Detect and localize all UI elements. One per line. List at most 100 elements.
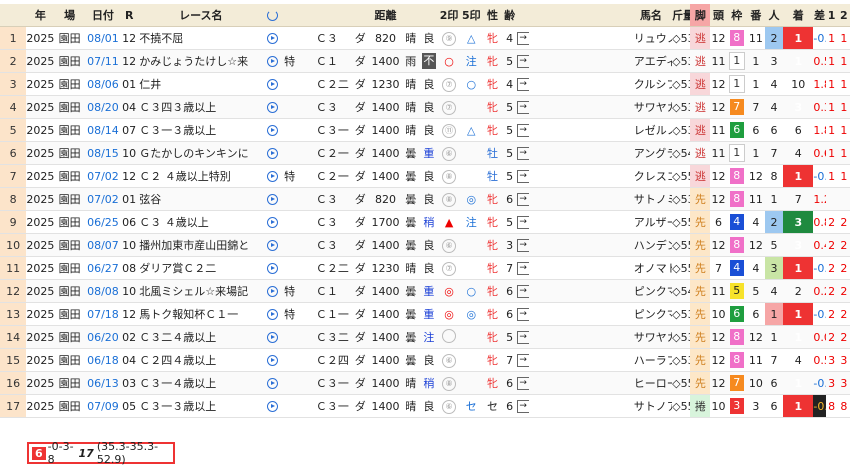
row-date[interactable]: 08/06 [84, 72, 122, 96]
header-race-name[interactable]: レース名 [137, 4, 265, 27]
table-row[interactable]: 16 2025 園田 06/13 03 Ｃ３一４歳以上 Ｃ３一 ダ 1400 晴… [0, 371, 850, 395]
race-date-link[interactable]: 06/13 [87, 377, 119, 390]
row-video[interactable] [264, 279, 281, 303]
arrow-right-icon[interactable]: → [516, 376, 529, 390]
row-video[interactable] [264, 95, 281, 119]
row-link[interactable]: → [516, 325, 529, 349]
row-link[interactable]: → [516, 279, 529, 303]
row-video[interactable] [264, 302, 281, 326]
table-row[interactable]: 5 2025 園田 08/14 07 Ｃ３一３歳以上 Ｃ３一 ダ 1400 晴 … [0, 118, 850, 142]
table-row[interactable]: 4 2025 園田 08/20 04 Ｃ３四３歳以上 Ｃ３ ダ 1400 晴 良… [0, 95, 850, 119]
play-icon[interactable] [267, 355, 278, 366]
header-sex[interactable]: 性 [482, 4, 503, 27]
race-date-link[interactable]: 07/11 [87, 55, 119, 68]
arrow-right-icon[interactable]: → [516, 77, 529, 91]
row-video[interactable] [264, 325, 281, 349]
race-date-link[interactable]: 07/02 [87, 193, 119, 206]
table-row[interactable]: 2 2025 園田 07/11 12 かみじょうたけし☆来 特 Ｃ１ ダ 140… [0, 49, 850, 73]
row-video[interactable] [264, 210, 281, 234]
play-icon[interactable] [267, 102, 278, 113]
row-video[interactable] [264, 164, 281, 188]
play-icon[interactable] [267, 240, 278, 251]
row-video[interactable] [264, 394, 281, 418]
arrow-right-icon[interactable]: → [516, 146, 529, 160]
row-date[interactable]: 07/09 [84, 394, 122, 418]
play-icon[interactable] [267, 217, 278, 228]
row-video[interactable] [264, 256, 281, 280]
table-row[interactable]: 10 2025 園田 08/07 10 播州加東市産山田錦と Ｃ３ ダ 1400… [0, 233, 850, 257]
header-leg[interactable]: 脚 [690, 4, 711, 27]
row-date[interactable]: 07/02 [84, 164, 122, 188]
row-link[interactable]: → [516, 348, 529, 372]
play-icon[interactable] [267, 401, 278, 412]
header-refresh[interactable] [264, 4, 281, 27]
row-link[interactable]: → [516, 302, 529, 326]
header-c2[interactable]: 2 [837, 4, 850, 27]
table-row[interactable]: 9 2025 園田 06/25 06 Ｃ３ ４歳以上 Ｃ３ ダ 1700 曇 稍… [0, 210, 850, 234]
header-chaku[interactable]: 着 [783, 4, 814, 27]
table-row[interactable]: 14 2025 園田 06/20 02 Ｃ３二４歳以上 Ｃ３二 ダ 1400 曇… [0, 325, 850, 349]
table-row[interactable]: 6 2025 園田 08/15 10 Ｇたかしのキンキンに Ｃ２一 ダ 1400… [0, 141, 850, 165]
header-distance[interactable]: 距離 [369, 4, 402, 27]
header-race-number[interactable]: R [121, 4, 138, 27]
arrow-right-icon[interactable]: → [516, 123, 529, 137]
arrow-right-icon[interactable]: → [516, 399, 529, 413]
race-date-link[interactable]: 08/01 [87, 32, 119, 45]
table-row[interactable]: 12 2025 園田 08/08 10 北風ミシェル☆来場記 特 Ｃ１ ダ 14… [0, 279, 850, 303]
row-link[interactable]: → [516, 141, 529, 165]
arrow-right-icon[interactable]: → [516, 54, 529, 68]
row-video[interactable] [264, 118, 281, 142]
play-icon[interactable] [267, 33, 278, 44]
play-icon[interactable] [267, 79, 278, 90]
row-link[interactable]: → [516, 187, 529, 211]
table-row[interactable]: 1 2025 園田 08/01 12 不撓不屈 Ｃ３ ダ 820 晴 良 ⑨ △… [0, 26, 850, 50]
table-row[interactable]: 7 2025 園田 07/02 12 Ｃ２ ４歳以上特別 特 Ｃ２一 ダ 140… [0, 164, 850, 188]
row-date[interactable]: 06/18 [84, 348, 122, 372]
header-year[interactable]: 年 [26, 4, 55, 27]
row-date[interactable]: 06/27 [84, 256, 122, 280]
play-icon[interactable] [267, 125, 278, 136]
row-date[interactable]: 08/07 [84, 233, 122, 257]
row-video[interactable] [264, 26, 281, 50]
arrow-right-icon[interactable]: → [516, 353, 529, 367]
race-date-link[interactable]: 07/09 [87, 400, 119, 413]
row-video[interactable] [264, 72, 281, 96]
row-video[interactable] [264, 141, 281, 165]
header-weight[interactable]: 斤量 [672, 4, 691, 27]
race-date-link[interactable]: 08/14 [87, 124, 119, 137]
arrow-right-icon[interactable]: → [516, 261, 529, 275]
header-ninki[interactable]: 人 [764, 4, 784, 27]
race-date-link[interactable]: 06/20 [87, 331, 119, 344]
arrow-right-icon[interactable]: → [516, 238, 529, 252]
play-icon[interactable] [267, 56, 278, 67]
refresh-icon[interactable] [267, 10, 278, 21]
table-row[interactable]: 3 2025 園田 08/06 01 仁井 Ｃ２二 ダ 1230 晴 良 ⑦ ○… [0, 72, 850, 96]
play-icon[interactable] [267, 378, 278, 389]
row-date[interactable]: 08/20 [84, 95, 122, 119]
header-date[interactable]: 日付 [84, 4, 122, 27]
play-icon[interactable] [267, 332, 278, 343]
arrow-right-icon[interactable]: → [516, 192, 529, 206]
row-date[interactable]: 08/15 [84, 141, 122, 165]
race-date-link[interactable]: 06/27 [87, 262, 119, 275]
row-date[interactable]: 07/18 [84, 302, 122, 326]
table-row[interactable]: 11 2025 園田 06/27 08 ダリア賞Ｃ２二 Ｃ２二 ダ 1230 晴… [0, 256, 850, 280]
row-date[interactable]: 07/02 [84, 187, 122, 211]
race-date-link[interactable]: 08/15 [87, 147, 119, 160]
row-link[interactable]: → [516, 233, 529, 257]
race-date-link[interactable]: 08/08 [87, 285, 119, 298]
race-date-link[interactable]: 08/06 [87, 78, 119, 91]
race-date-link[interactable]: 07/18 [87, 308, 119, 321]
row-date[interactable]: 06/20 [84, 325, 122, 349]
row-link[interactable]: → [516, 256, 529, 280]
play-icon[interactable] [267, 148, 278, 159]
row-date[interactable]: 06/25 [84, 210, 122, 234]
row-video[interactable] [264, 348, 281, 372]
row-link[interactable]: → [516, 72, 529, 96]
arrow-right-icon[interactable]: → [516, 307, 529, 321]
row-link[interactable]: → [516, 164, 529, 188]
row-link[interactable]: → [516, 95, 529, 119]
row-link[interactable]: → [516, 394, 529, 418]
row-date[interactable]: 08/08 [84, 279, 122, 303]
row-link[interactable]: → [516, 26, 529, 50]
